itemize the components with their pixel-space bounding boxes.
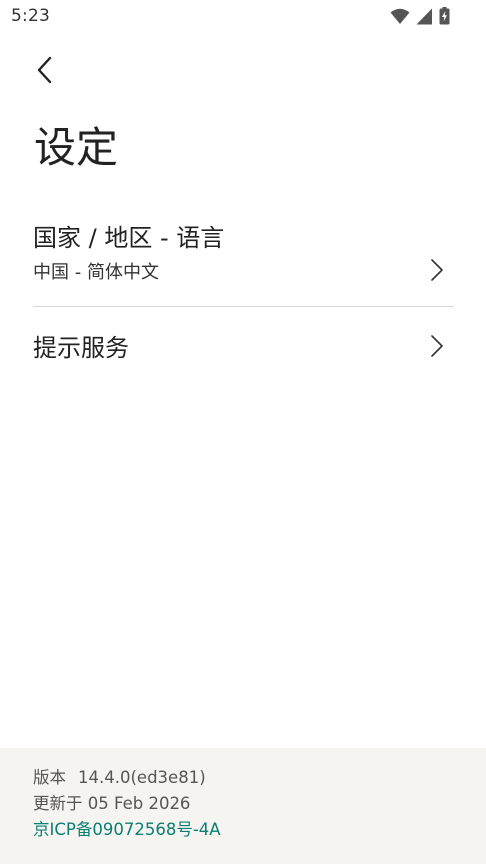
cell-signal-icon: [416, 8, 432, 24]
chevron-right-icon: [431, 259, 443, 281]
icp-license-link[interactable]: 京ICP备09072568号-4A: [33, 816, 221, 840]
status-icons: [390, 6, 450, 26]
settings-item-notification-service[interactable]: 提示服务: [33, 312, 454, 378]
status-bar: 5:23: [0, 0, 486, 34]
version-label: 版本: [33, 768, 66, 787]
update-date: 更新于 05 Feb 2026: [33, 794, 191, 813]
status-time: 5:23: [11, 6, 50, 26]
footer: 版本 14.4.0(ed3e81) 更新于 05 Feb 2026 京ICP备09…: [0, 748, 486, 864]
battery-charging-icon: [439, 7, 450, 25]
chevron-left-icon: [37, 56, 52, 84]
back-button[interactable]: [26, 50, 62, 90]
version-value: 14.4.0(ed3e81): [78, 768, 206, 787]
version-info: 版本 14.4.0(ed3e81): [33, 764, 206, 788]
settings-item-region-language[interactable]: 国家 / 地区 - 语言 中国 - 简体中文: [33, 210, 454, 307]
settings-item-title: 国家 / 地区 - 语言: [33, 224, 225, 252]
wifi-icon: [390, 8, 410, 24]
settings-item-subtitle: 中国 - 简体中文: [33, 262, 159, 283]
settings-item-title: 提示服务: [33, 334, 129, 362]
chevron-right-icon: [431, 335, 443, 357]
page-title: 设定: [34, 123, 119, 172]
